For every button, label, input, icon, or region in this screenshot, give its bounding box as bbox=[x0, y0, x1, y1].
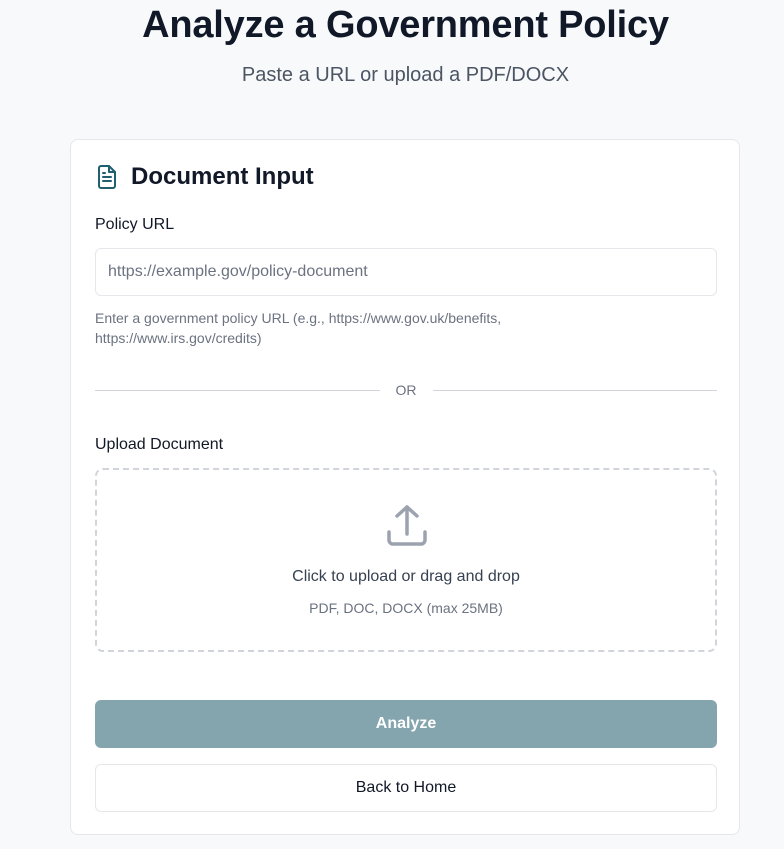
card-title: Document Input bbox=[131, 163, 314, 190]
page-subtitle: Paste a URL or upload a PDF/DOCX bbox=[241, 64, 570, 86]
divider-text: OR bbox=[395, 382, 417, 398]
dropzone-hint: PDF, DOC, DOCX (max 25MB) bbox=[309, 600, 503, 616]
policy-url-help-text: Enter a government policy URL (e.g., htt… bbox=[95, 310, 502, 346]
policy-url-label: Policy URL bbox=[95, 216, 175, 233]
document-icon bbox=[95, 164, 119, 190]
analyze-button[interactable]: Analyze bbox=[95, 700, 717, 748]
divider-line-left bbox=[95, 389, 380, 391]
upload-icon bbox=[385, 504, 429, 548]
upload-document-label: Upload Document bbox=[95, 436, 224, 453]
back-to-home-button[interactable]: Back to Home bbox=[95, 764, 717, 812]
card-header: Document Input bbox=[95, 162, 314, 192]
policy-url-input[interactable] bbox=[95, 248, 717, 296]
page: Analyze a Government Policy Paste a URL … bbox=[0, 0, 784, 849]
file-dropzone[interactable]: Click to upload or drag and drop PDF, DO… bbox=[95, 468, 717, 652]
or-divider: OR bbox=[95, 378, 717, 402]
divider-line-right bbox=[432, 389, 717, 391]
dropzone-title: Click to upload or drag and drop bbox=[292, 568, 520, 585]
document-input-card: Document Input Policy URL Enter a govern… bbox=[70, 139, 740, 835]
page-title: Analyze a Government Policy bbox=[142, 4, 669, 46]
